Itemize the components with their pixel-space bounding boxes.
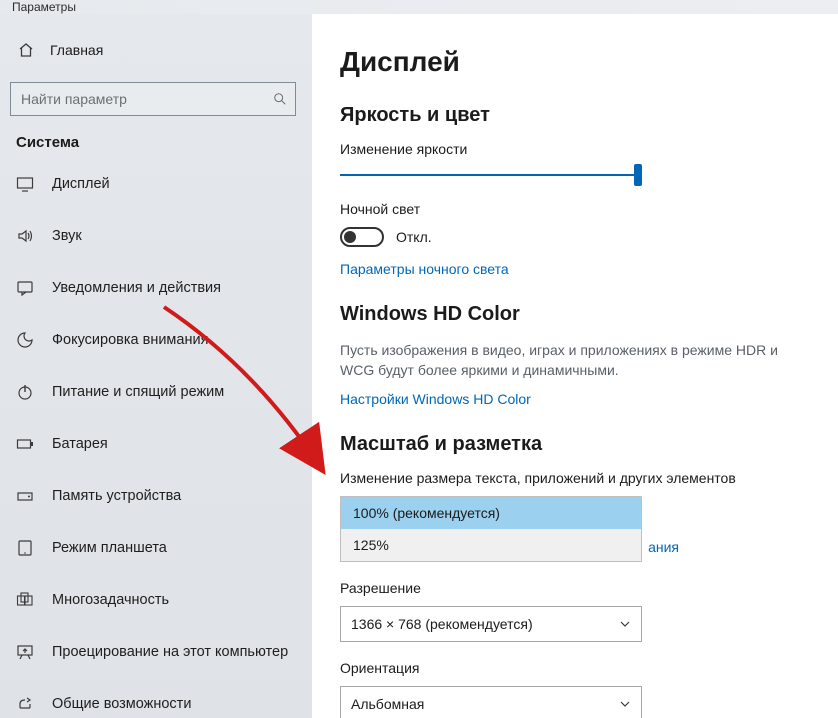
sidebar-item-label: Уведомления и действия — [52, 280, 221, 296]
sound-icon — [16, 227, 34, 245]
sidebar-nav: Дисплей Звук Уведомления и действия Фоку… — [10, 171, 302, 717]
projecting-icon — [16, 643, 34, 661]
scale-label: Изменение размера текста, приложений и д… — [340, 470, 818, 486]
sidebar-item-label: Память устройства — [52, 488, 181, 504]
section-brightness-title: Яркость и цвет — [340, 104, 818, 127]
display-icon — [16, 175, 34, 193]
scale-option-125[interactable]: 125% — [341, 529, 641, 561]
hd-settings-link[interactable]: Настройки Windows HD Color — [340, 391, 531, 407]
sidebar-item-storage[interactable]: Память устройства — [16, 483, 302, 509]
focus-icon — [16, 331, 34, 349]
nightlight-state: Откл. — [396, 229, 432, 245]
section-hd-title: Windows HD Color — [340, 303, 818, 326]
sidebar-item-label: Режим планшета — [52, 540, 167, 556]
resolution-value: 1366 × 768 (рекомендуется) — [351, 616, 533, 632]
slider-track — [340, 174, 642, 176]
multitask-icon — [16, 591, 34, 609]
sidebar: Главная Система Дисплей Звук Уве — [0, 14, 312, 718]
truncated-link-fragment: ания — [648, 539, 679, 555]
nightlight-toggle[interactable] — [340, 227, 384, 247]
sidebar-item-label: Батарея — [52, 436, 108, 452]
chevron-down-icon — [619, 618, 631, 630]
notifications-icon — [16, 279, 34, 297]
sidebar-item-label: Многозадачность — [52, 592, 169, 608]
brightness-slider[interactable] — [340, 167, 642, 183]
chevron-down-icon — [619, 698, 631, 710]
orientation-value: Альбомная — [351, 696, 424, 712]
search-input[interactable] — [10, 82, 296, 116]
search-icon — [273, 92, 287, 106]
sidebar-item-battery[interactable]: Батарея — [16, 431, 302, 457]
battery-icon — [16, 435, 34, 453]
sidebar-group-title: Система — [10, 134, 302, 159]
sidebar-item-label: Фокусировка внимания — [52, 332, 208, 348]
sidebar-item-label: Дисплей — [52, 176, 110, 192]
power-icon — [16, 383, 34, 401]
sidebar-item-display[interactable]: Дисплей — [16, 171, 302, 197]
sidebar-item-tablet[interactable]: Режим планшета — [16, 535, 302, 561]
nightlight-settings-link[interactable]: Параметры ночного света — [340, 261, 509, 277]
orientation-label: Ориентация — [340, 660, 818, 676]
scale-option-100[interactable]: 100% (рекомендуется) — [341, 497, 641, 529]
section-scale-title: Масштаб и разметка — [340, 433, 818, 456]
search-field[interactable] — [21, 91, 273, 107]
main-content: Дисплей Яркость и цвет Изменение яркости… — [312, 14, 838, 718]
home-label: Главная — [50, 42, 103, 58]
brightness-label: Изменение яркости — [340, 141, 818, 157]
nightlight-label: Ночной свет — [340, 201, 818, 217]
resolution-label: Разрешение — [340, 580, 818, 596]
sidebar-item-label: Звук — [52, 228, 82, 244]
sidebar-item-focus[interactable]: Фокусировка внимания — [16, 327, 302, 353]
toggle-knob — [344, 231, 356, 243]
page-title: Дисплей — [340, 46, 818, 78]
tablet-icon — [16, 539, 34, 557]
resolution-dropdown[interactable]: 1366 × 768 (рекомендуется) — [340, 606, 642, 642]
hd-description: Пусть изображения в видео, играх и прило… — [340, 340, 810, 381]
sidebar-item-label: Общие возможности — [52, 696, 191, 712]
sidebar-item-label: Питание и спящий режим — [52, 384, 224, 400]
sidebar-item-shared[interactable]: Общие возможности — [16, 691, 302, 717]
shared-icon — [16, 695, 34, 713]
slider-thumb[interactable] — [634, 164, 642, 186]
home-icon — [18, 42, 34, 58]
sidebar-item-projecting[interactable]: Проецирование на этот компьютер — [16, 639, 302, 665]
orientation-dropdown[interactable]: Альбомная — [340, 686, 642, 718]
window-title: Параметры — [0, 0, 838, 14]
storage-icon — [16, 487, 34, 505]
home-button[interactable]: Главная — [10, 32, 302, 68]
scale-dropdown-open[interactable]: 100% (рекомендуется) 125% ания — [340, 496, 642, 562]
sidebar-item-label: Проецирование на этот компьютер — [52, 644, 288, 660]
sidebar-item-multitask[interactable]: Многозадачность — [16, 587, 302, 613]
sidebar-item-sound[interactable]: Звук — [16, 223, 302, 249]
sidebar-item-notifications[interactable]: Уведомления и действия — [16, 275, 302, 301]
sidebar-item-power[interactable]: Питание и спящий режим — [16, 379, 302, 405]
